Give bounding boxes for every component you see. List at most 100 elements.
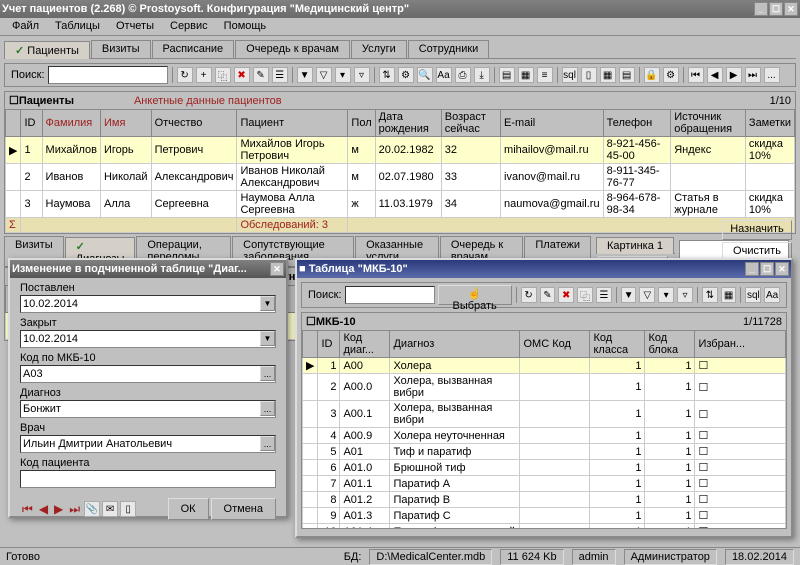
mkb-title: ■ Таблица "МКБ-10" [299,263,408,275]
edit-icon[interactable]: ✎ [253,67,269,83]
nav-last-icon[interactable]: ⏭ [67,502,82,517]
zakryt-input[interactable] [20,330,276,348]
menu-file[interactable]: Файл [4,18,47,35]
tab-queue[interactable]: Очередь к врачам [235,40,350,58]
filter-clear-icon[interactable]: ▿ [677,287,693,303]
main-toolbar: Поиск: ↻ + ⿻ ✖ ✎ ☰ ▼ ▽ ▾ ▿ ⇅ ⚙ 🔍 Aa ⎙ ⤓ … [4,63,796,87]
attach-icon[interactable]: 📎 [84,501,100,517]
delete-icon[interactable]: ✖ [558,287,574,303]
mkb-min-button[interactable]: _ [745,262,759,276]
kod-input[interactable] [20,365,276,383]
mail-icon[interactable]: ✉ [102,501,118,517]
chevron-down-icon[interactable]: ▼ [260,296,275,311]
list-icon[interactable]: ☰ [596,287,612,303]
filter-icon[interactable]: ▼ [297,67,313,83]
sql-icon[interactable]: sql [745,287,761,303]
mkb-grid[interactable]: IDКод диаг...ДиагнозОМС КодКод классаКод… [302,330,786,528]
new-icon[interactable]: ▯ [581,67,597,83]
menubar: Файл Таблицы Отчеты Сервис Помощь [0,18,800,36]
tab-visits[interactable]: Визиты [91,40,151,58]
prev-icon[interactable]: ◀ [707,67,723,83]
nav-first-icon[interactable]: ⏮ [20,502,35,517]
tab-schedule[interactable]: Расписание [152,40,235,58]
mkb-dialog: ■ Таблица "МКБ-10" _☐✕ Поиск: ☝ Выбрать … [295,258,793,538]
search2-icon[interactable]: 🔍 [417,67,433,83]
postavlen-input[interactable] [20,295,276,313]
tab-services[interactable]: Услуги [351,40,407,58]
menu-help[interactable]: Помощь [216,18,275,35]
edit-icon[interactable]: ✎ [540,287,556,303]
copy-icon[interactable]: ⿻ [215,67,231,83]
assign-button[interactable]: Назначить [722,220,792,240]
dialog-close-button[interactable]: ✕ [270,262,284,276]
refresh-icon[interactable]: ↻ [521,287,537,303]
sort-icon[interactable]: ⇅ [379,67,395,83]
nav-next-icon[interactable]: ▶ [52,502,65,516]
table-row: 9A01.3Паратиф C11☐ [303,508,786,524]
app-title: Учет пациентов (2.268) © Prostoysoft. Ко… [2,3,409,15]
add-icon[interactable]: + [196,67,212,83]
table-row: 5A01Тиф и паратиф11☐ [303,444,786,460]
minimize-button[interactable]: _ [754,2,768,16]
first-icon[interactable]: ⏮ [688,67,704,83]
kp-input[interactable] [20,470,276,488]
browse-button[interactable]: ... [260,401,275,416]
filter3-icon[interactable]: ▾ [335,67,351,83]
grid-icon[interactable]: ▦ [721,287,737,303]
print-icon[interactable]: ⎙ [455,67,471,83]
diagnoz-input[interactable] [20,400,276,418]
maximize-button[interactable]: ☐ [769,2,783,16]
statusbar: Готово БД: D:\MedicalCenter.mdb 11 624 K… [0,547,800,565]
chevron-down-icon[interactable]: ▼ [260,331,275,346]
menu-tables[interactable]: Таблицы [47,18,108,35]
list-icon[interactable]: ☰ [272,67,288,83]
chart-icon[interactable]: ▤ [499,67,515,83]
cancel-button[interactable]: Отмена [211,498,276,520]
delete-icon[interactable]: ✖ [234,67,250,83]
sort-icon[interactable]: ⇅ [702,287,718,303]
table-row: 3A00.1Холера, вызванная вибри11☐ [303,401,786,428]
form-icon[interactable]: ▦ [518,67,534,83]
search-input[interactable] [48,66,168,84]
next-icon[interactable]: ▶ [726,67,742,83]
patients-subtitle: Анкетные данные пациентов [134,95,282,107]
report-icon[interactable]: ▤ [619,67,635,83]
filter-icon[interactable]: ▼ [621,287,637,303]
last-icon[interactable]: ⏭ [745,67,761,83]
mkb-close-button[interactable]: ✕ [775,262,789,276]
mkb-max-button[interactable]: ☐ [760,262,774,276]
export-icon[interactable]: ⤓ [474,67,490,83]
browse-button[interactable]: ... [260,436,275,451]
menu-service[interactable]: Сервис [162,18,216,35]
vrach-input[interactable] [20,435,276,453]
close-button[interactable]: ✕ [784,2,798,16]
status-dbpath: D:\MedicalCenter.mdb [369,549,492,565]
tab-staff[interactable]: Сотрудники [408,40,490,58]
mkb-search-input[interactable] [345,286,435,304]
settings-icon[interactable]: ⚙ [663,67,679,83]
nav-prev-icon[interactable]: ◀ [37,502,50,516]
sql-icon[interactable]: sql [562,67,578,83]
menu-reports[interactable]: Отчеты [108,18,162,35]
ok-button[interactable]: ОК [168,498,209,520]
goto-icon[interactable]: ... [764,67,780,83]
refresh-icon[interactable]: ↻ [177,67,193,83]
choose-button[interactable]: ☝ Выбрать [438,285,512,305]
browse-button[interactable]: ... [260,366,275,381]
patients-grid[interactable]: ID Фамилия Имя Отчество Пациент Пол Дата… [5,109,795,233]
find-icon[interactable]: Aa [436,67,452,83]
filter2-icon[interactable]: ▽ [316,67,332,83]
table-row: ▶1МихайловИгорьПетровичМихайлов Игорь Пе… [6,137,795,164]
image-tab[interactable]: Картинка 1 [596,237,674,254]
find-icon[interactable]: Aa [764,287,780,303]
tool-icon[interactable]: ⚙ [398,67,414,83]
copy-icon[interactable]: ⿻ [577,287,593,303]
calendar-icon[interactable]: ▦ [600,67,616,83]
tree-icon[interactable]: ≡ [537,67,553,83]
lock-icon[interactable]: 🔒 [644,67,660,83]
filter3-icon[interactable]: ▾ [658,287,674,303]
tab-patients[interactable]: ✓ Пациенты [4,41,90,59]
filter2-icon[interactable]: ▽ [639,287,655,303]
filter-clear-icon[interactable]: ▿ [354,67,370,83]
doc-icon[interactable]: ▯ [120,501,136,517]
